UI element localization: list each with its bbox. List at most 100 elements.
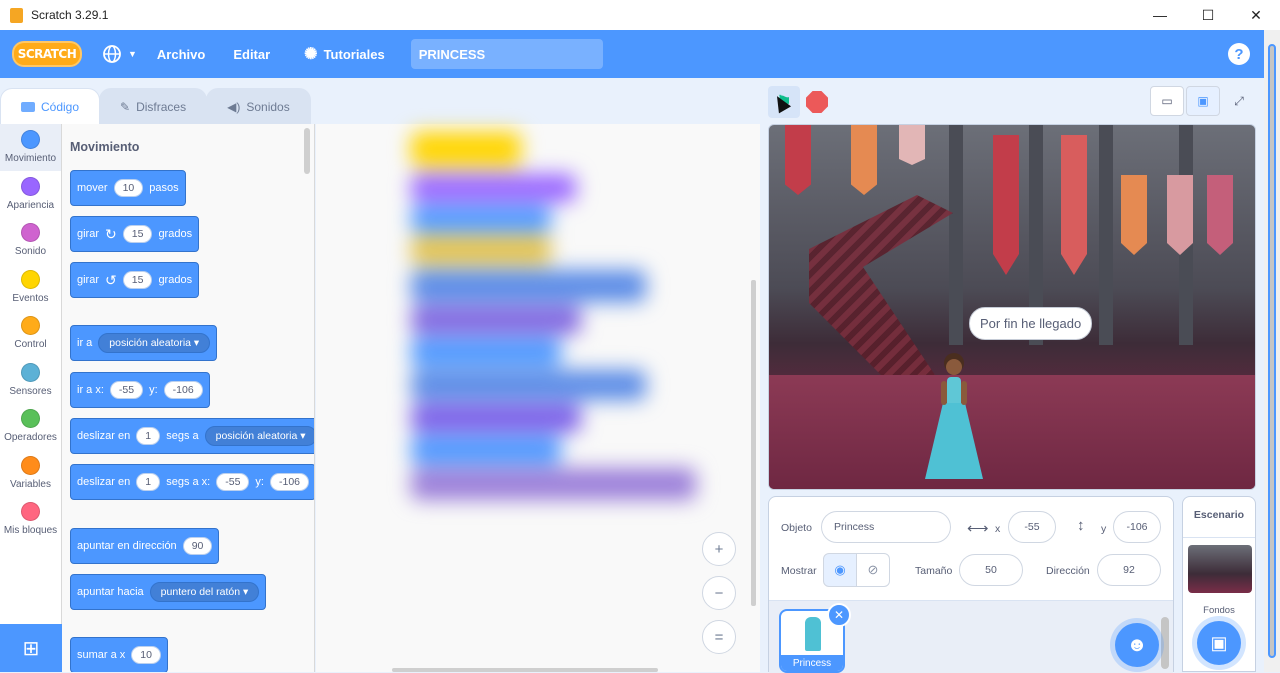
eye-icon: ◉ (834, 562, 846, 577)
princess-thumbnail-image (805, 617, 821, 651)
backdrop-pillar (949, 125, 963, 345)
block-ir-a[interactable]: ir a posición aleatoria ▾ (70, 325, 218, 361)
block-input[interactable]: -55 (216, 473, 250, 491)
blurred-script (406, 124, 706, 504)
category-mis-bloques[interactable]: Mis bloques (0, 496, 61, 543)
sprite-name-input[interactable]: Princess (821, 511, 951, 543)
size-input[interactable]: 50 (959, 554, 1023, 586)
category-dot-icon (21, 269, 40, 289)
code-workspace[interactable]: + − = (316, 124, 760, 672)
block-input[interactable]: 15 (122, 271, 153, 289)
maximize-button[interactable]: ☐ (1184, 0, 1232, 30)
zoom-in-button[interactable]: + (702, 532, 736, 566)
window-scrollbar[interactable] (1264, 30, 1280, 672)
category-control[interactable]: Control (0, 310, 61, 357)
category-variables[interactable]: Variables (0, 450, 61, 497)
block-dropdown[interactable]: puntero del ratón ▾ (149, 582, 260, 602)
block-apuntar-hacia[interactable]: apuntar hacia puntero del ratón ▾ (70, 574, 267, 610)
block-input[interactable]: -55 (109, 381, 144, 399)
block-input[interactable]: -106 (269, 473, 309, 491)
zoom-reset-button[interactable]: = (702, 620, 736, 654)
stage-selector[interactable]: Escenario Fondos ▣ (1182, 496, 1256, 672)
category-dot-icon (21, 502, 40, 522)
block-dropdown[interactable]: posición aleatoria ▾ (98, 333, 211, 353)
hide-sprite-button[interactable]: ⊘ (856, 553, 890, 587)
zoom-out-button[interactable]: − (702, 576, 736, 610)
block-input[interactable]: 15 (122, 225, 153, 243)
project-title-input[interactable]: PRINCESS (410, 39, 603, 69)
choose-sprite-button[interactable]: ☻ (1115, 623, 1159, 667)
category-sensores[interactable]: Sensores (0, 357, 61, 404)
block-text: mover (77, 182, 108, 194)
block-input[interactable]: -106 (163, 381, 203, 399)
blurred-block (411, 468, 696, 500)
block-input[interactable]: 10 (113, 179, 144, 197)
add-extension-button[interactable]: ⊞ (0, 624, 62, 672)
chevron-down-icon: ▼ (128, 49, 137, 59)
stage-canvas[interactable]: Por fin he llegado (768, 124, 1256, 490)
dropdown-value: puntero del ratón (160, 586, 241, 598)
block-deslizar[interactable]: deslizar en 1 segs a posición aleatoria ▾ (70, 418, 314, 454)
category-movimiento[interactable]: Movimiento (0, 124, 61, 171)
block-mover[interactable]: mover 10 pasos (70, 170, 186, 206)
y-input[interactable]: -106 (1113, 511, 1161, 543)
category-sonido[interactable]: Sonido (0, 217, 61, 264)
block-sumar-x[interactable]: sumar a x 10 (70, 637, 168, 672)
menu-archivo[interactable]: Archivo (157, 47, 205, 62)
category-eventos[interactable]: Eventos (0, 264, 61, 311)
backdrop-thumbnail[interactable] (1188, 545, 1252, 593)
language-menu[interactable]: ▼ (102, 44, 137, 64)
help-icon[interactable]: ? (1228, 43, 1250, 65)
code-icon (21, 101, 35, 112)
blurred-block (411, 206, 551, 232)
delete-sprite-button[interactable]: ✕ (827, 603, 851, 627)
globe-icon (103, 45, 121, 63)
small-stage-icon: ▭ (1161, 94, 1173, 108)
zoom-reset-icon: = (714, 628, 724, 646)
block-input[interactable]: 90 (182, 537, 213, 555)
category-dot-icon (21, 130, 40, 150)
workspace-horizontal-scrollbar[interactable] (392, 668, 658, 672)
category-label: Apariencia (6, 199, 55, 211)
block-input[interactable]: 10 (131, 646, 161, 664)
block-input[interactable]: 1 (136, 427, 161, 445)
category-apariencia[interactable]: Apariencia (0, 171, 61, 218)
category-dot-icon (21, 176, 40, 196)
x-input[interactable]: -55 (1008, 511, 1056, 543)
category-operadores[interactable]: Operadores (0, 403, 61, 450)
block-dropdown[interactable]: posición aleatoria ▾ (204, 426, 314, 446)
princess-sprite[interactable] (919, 347, 989, 481)
sprite-list-scrollbar[interactable] (1161, 617, 1169, 669)
choose-backdrop-button[interactable]: ▣ (1197, 621, 1241, 665)
menu-tutoriales[interactable]: ✺ Tutoriales (304, 44, 385, 64)
backdrop-banner (899, 125, 925, 165)
eye-off-icon: ⊘ (867, 562, 879, 577)
sprite-list: Princess ✕ (769, 601, 1173, 673)
large-stage-button[interactable]: ▣ (1186, 86, 1220, 116)
small-stage-button[interactable]: ▭ (1150, 86, 1184, 116)
tab-codigo[interactable]: Código (0, 88, 101, 124)
tab-disfraces[interactable]: ✎ Disfraces (99, 88, 208, 124)
workspace-vertical-scrollbar[interactable] (751, 280, 756, 606)
block-deslizar-xy[interactable]: deslizar en 1 segs a x: -55 y: -106 (70, 464, 314, 500)
window-scrollbar-thumb[interactable] (1268, 44, 1276, 658)
block-ir-a-xy[interactable]: ir a x: -55 y: -106 (70, 372, 210, 408)
palette-scrollbar[interactable] (304, 128, 310, 174)
block-input[interactable]: 1 (136, 473, 161, 491)
show-sprite-button[interactable]: ◉ (823, 553, 857, 587)
stop-button[interactable] (806, 91, 828, 113)
block-girar-derecha[interactable]: girar ↻ 15 grados (70, 216, 200, 252)
block-text: apuntar en dirección (77, 540, 177, 552)
scratch-logo[interactable]: SCRATCH (12, 41, 82, 67)
menu-editar[interactable]: Editar (233, 47, 270, 62)
minimize-button[interactable]: — (1136, 0, 1184, 30)
tab-sonidos[interactable]: ◀) Sonidos (206, 88, 311, 124)
block-apuntar-direccion[interactable]: apuntar en dirección 90 (70, 528, 220, 564)
fullscreen-button[interactable]: ⤢ (1222, 86, 1256, 116)
direction-input[interactable]: 92 (1097, 554, 1161, 586)
y-arrow-icon: ↕ (1077, 517, 1085, 534)
tamano-label: Tamaño (915, 565, 953, 577)
block-girar-izquierda[interactable]: girar ↺ 15 grados (70, 262, 200, 298)
backdrop-carpet (769, 375, 1255, 489)
close-window-button[interactable]: ✕ (1232, 0, 1280, 30)
